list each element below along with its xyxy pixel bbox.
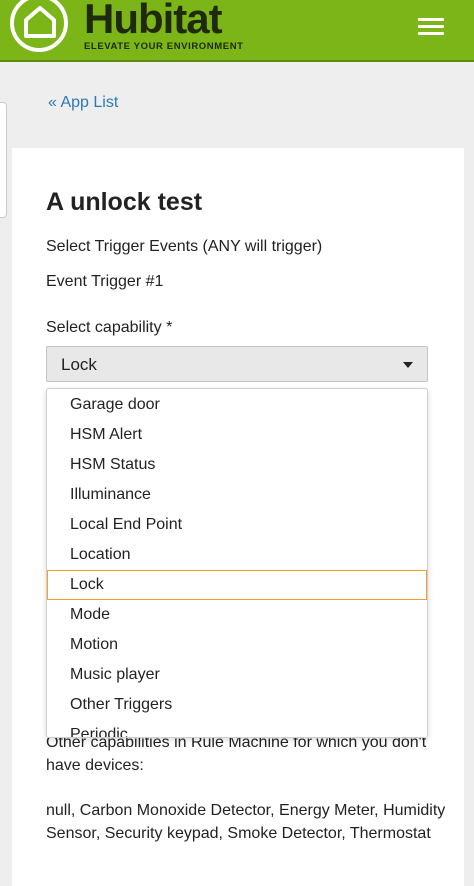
- dropdown-option[interactable]: Garage door: [47, 390, 427, 420]
- capability-select-value: Lock: [61, 355, 97, 374]
- chevron-down-icon: [403, 362, 413, 368]
- back-to-app-list-link[interactable]: « App List: [48, 94, 118, 112]
- capability-select[interactable]: Lock: [46, 346, 428, 382]
- app-header: Hubitat ELEVATE YOUR ENVIRONMENT: [0, 0, 474, 62]
- home-icon: [24, 6, 56, 38]
- side-drawer-handle[interactable]: [0, 102, 7, 218]
- dropdown-option[interactable]: Music player: [47, 660, 427, 690]
- hamburger-icon[interactable]: [418, 14, 446, 38]
- dropdown-option[interactable]: HSM Alert: [47, 420, 427, 450]
- page-title: A unlock test: [46, 188, 203, 216]
- dropdown-option[interactable]: HSM Status: [47, 450, 427, 480]
- dropdown-option[interactable]: Lock: [47, 570, 427, 600]
- brand-tagline: ELEVATE YOUR ENVIRONMENT: [84, 41, 244, 52]
- dropdown-option[interactable]: Periodic: [47, 720, 427, 737]
- dropdown-option[interactable]: Illuminance: [47, 480, 427, 510]
- hubitat-logo[interactable]: [10, 0, 68, 52]
- dropdown-option[interactable]: Local End Point: [47, 510, 427, 540]
- trigger-events-label: Select Trigger Events (ANY will trigger): [46, 238, 323, 255]
- dropdown-option[interactable]: Location: [47, 540, 427, 570]
- capability-label: Select capability *: [46, 319, 173, 336]
- dropdown-options: Garage door HSM Alert HSM Status Illuminanc…: [47, 390, 427, 737]
- brand-name: Hubitat: [84, 0, 223, 42]
- event-trigger-label: Event Trigger #1: [46, 273, 164, 290]
- dropdown-option[interactable]: Other Triggers: [47, 690, 427, 720]
- dropdown-option[interactable]: Mode: [47, 600, 427, 630]
- dropdown-option[interactable]: Motion: [47, 630, 427, 660]
- capability-dropdown-list[interactable]: Garage door HSM Alert HSM Status Illuminanc…: [46, 388, 428, 738]
- missing-capabilities-list: null, Carbon Monoxide Detector, Energy M…: [46, 802, 446, 842]
